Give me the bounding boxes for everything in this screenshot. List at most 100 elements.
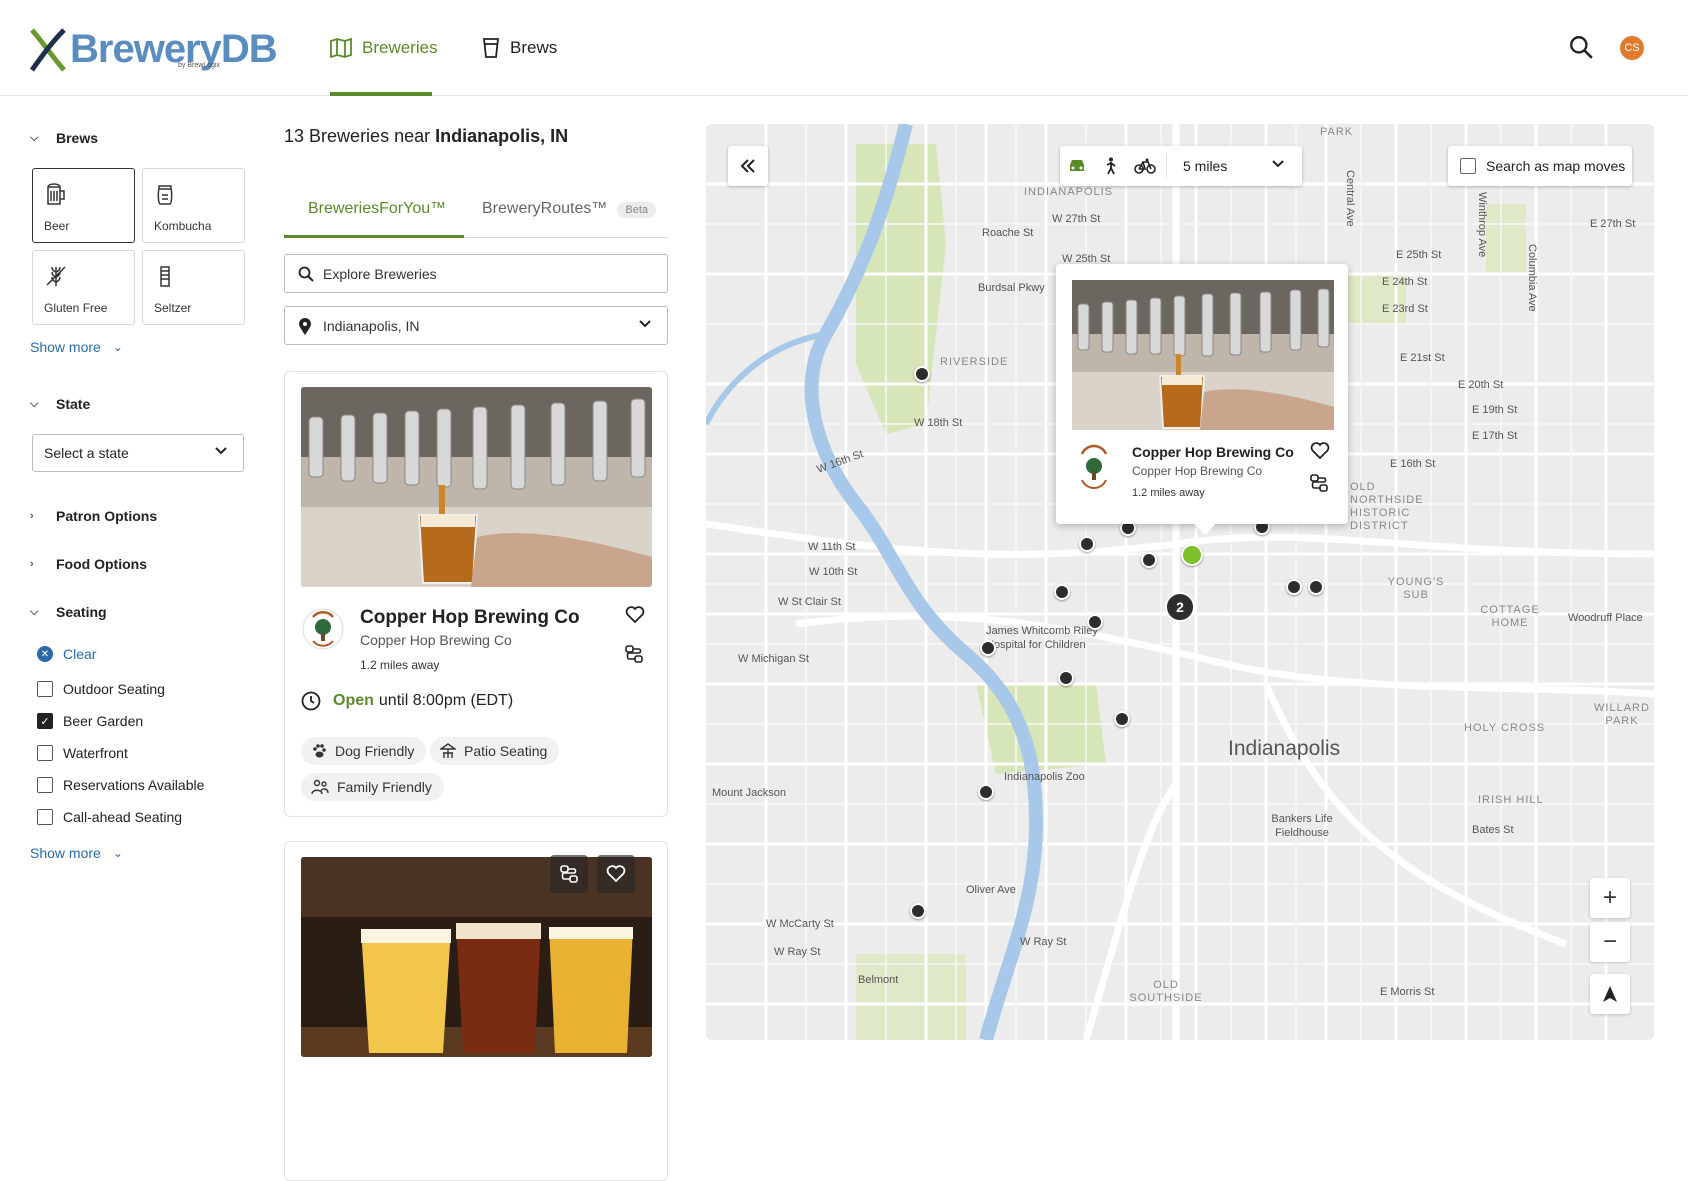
checkbox[interactable] [1460,158,1476,174]
checkbox[interactable] [37,777,53,793]
amenity-label: Family Friendly [337,779,432,795]
food-options-toggle[interactable]: › Food Options [30,556,147,572]
search-icon[interactable] [1568,34,1594,60]
map-label: Oliver Ave [966,884,1016,896]
state-select[interactable]: Select a state [32,434,244,472]
brewerydb-logo[interactable]: BreweryDB by BrewLogix [30,24,278,74]
brewery-map[interactable]: INDIANAPOLIS W 27th St Roache St W 25th … [706,124,1654,1040]
brew-type-seltzer[interactable]: Seltzer [142,250,245,325]
brew-type-label: Gluten Free [44,301,108,315]
clear-seating-button[interactable]: ✕ Clear [37,646,96,662]
divider [1166,155,1167,177]
zoom-out-button[interactable]: − [1590,922,1630,962]
map-label: Belmont [858,974,899,986]
patron-options-toggle[interactable]: › Patron Options [30,508,157,524]
popup-brewery-name[interactable]: Copper Hop Brewing Co [1132,444,1294,460]
seating-option-waterfront[interactable]: Waterfront [37,745,128,761]
tab-brewery-routes[interactable]: BreweryRoutes™ Beta [482,200,657,218]
map-label: E 20th St [1458,379,1504,391]
map-label: Bates St [1472,824,1514,836]
brewery-map-marker[interactable] [1141,552,1157,568]
location-pin-icon [299,318,311,335]
brewery-hours: Open until 8:00pm (EDT) [301,691,513,711]
brewery-map-popup[interactable]: Copper Hop Brewing Co Copper Hop Brewing… [1056,264,1348,535]
seating-option-beer-garden[interactable]: ✓ Beer Garden [37,713,143,729]
explore-breweries-input[interactable]: Explore Breweries [284,254,668,293]
brewery-map-marker[interactable] [1054,584,1070,600]
nav-breweries[interactable]: Breweries [330,0,438,96]
map-label: W 10th St [809,566,858,578]
map-label: COTTAGE HOME [1480,604,1540,629]
seating-section-toggle[interactable]: ⌵ Seating [30,604,107,620]
checkbox[interactable] [37,809,53,825]
travel-mode-drive[interactable] [1060,158,1094,174]
brewery-map-marker[interactable] [1079,536,1095,552]
logo-text: BreweryDB [70,26,278,71]
chevron-right-icon: › [30,558,34,570]
brewery-map-marker[interactable] [914,366,930,382]
travel-mode-walk[interactable] [1094,157,1128,175]
open-status: Open [333,692,374,709]
travel-distance-select[interactable]: 5 miles [1183,158,1227,174]
copper-hop-logo [302,608,344,650]
map-label: E 24th St [1382,276,1428,288]
brewery-map-marker[interactable] [980,640,996,656]
selected-brewery-marker[interactable] [1181,544,1203,566]
route-icon[interactable] [625,645,643,663]
user-avatar[interactable]: CS [1620,36,1644,60]
tab-breweries-for-you[interactable]: BreweriesForYou™ [308,200,446,218]
favorite-button[interactable] [597,855,635,893]
nav-brews[interactable]: Brews [482,0,557,96]
seating-option-call-ahead[interactable]: Call-ahead Seating [37,809,182,825]
zoom-in-button[interactable]: + [1590,878,1630,918]
brewery-map-marker[interactable] [910,903,926,919]
brewery-card[interactable] [284,841,668,1181]
chevron-down-icon: ⌄ [112,846,123,860]
brews-show-more[interactable]: Show more ⌄ [30,339,123,355]
seating-option-reservations[interactable]: Reservations Available [37,777,204,793]
results-near-text: Breweries near [309,126,431,146]
seating-show-more[interactable]: Show more ⌄ [30,845,123,861]
brewery-map-marker[interactable] [1087,614,1103,630]
map-label: Columbia Ave [1526,244,1538,312]
brew-type-gluten-free[interactable]: Gluten Free [32,250,135,325]
brewery-name[interactable]: Copper Hop Brewing Co [360,607,580,629]
nav-brews-label: Brews [510,38,558,57]
brewery-map-marker[interactable] [1286,579,1302,595]
cup-icon [482,38,500,58]
brewery-map-marker[interactable] [978,784,994,800]
brew-type-beer[interactable]: Beer [32,168,135,243]
brewery-map-marker[interactable] [1058,670,1074,686]
show-more-label: Show more [30,845,101,861]
brewery-card[interactable]: Copper Hop Brewing Co Copper Hop Brewing… [284,371,668,817]
chevron-down-icon[interactable] [1272,160,1284,168]
chevron-down-icon: ⌵ [30,131,39,144]
popup-brewery-distance: 1.2 miles away [1132,487,1205,499]
map-label: E 25th St [1396,249,1442,261]
brewery-map-marker[interactable] [1114,711,1130,727]
map-label: Winthrop Ave [1476,192,1488,258]
state-section-toggle[interactable]: ⌵ State [30,396,90,412]
route-icon[interactable] [1310,474,1328,492]
checkbox[interactable] [37,681,53,697]
travel-mode-bike[interactable] [1128,158,1162,174]
family-icon [311,779,329,795]
brewery-map-marker[interactable] [1308,579,1324,595]
seating-option-label: Call-ahead Seating [63,809,183,825]
recenter-button[interactable] [1590,974,1630,1014]
brew-type-kombucha[interactable]: Kombucha [142,168,245,243]
seating-option-outdoor[interactable]: Outdoor Seating [37,681,165,697]
show-more-label: Show more [30,339,101,355]
heart-icon [606,865,626,883]
route-button[interactable] [550,855,588,893]
search-as-map-moves-toggle[interactable]: Search as map moves [1448,146,1632,186]
map-cluster-marker[interactable]: 2 [1165,592,1195,622]
collapse-list-button[interactable] [728,146,768,186]
heart-icon[interactable] [1310,442,1330,460]
location-select[interactable]: Indianapolis, IN [284,306,668,345]
checkbox[interactable] [37,745,53,761]
checkbox-checked[interactable]: ✓ [37,713,53,729]
heart-icon[interactable] [625,606,645,624]
top-header: BreweryDB by BrewLogix Breweries Brews C… [0,0,1688,96]
brews-section-toggle[interactable]: ⌵ Brews [30,130,98,146]
